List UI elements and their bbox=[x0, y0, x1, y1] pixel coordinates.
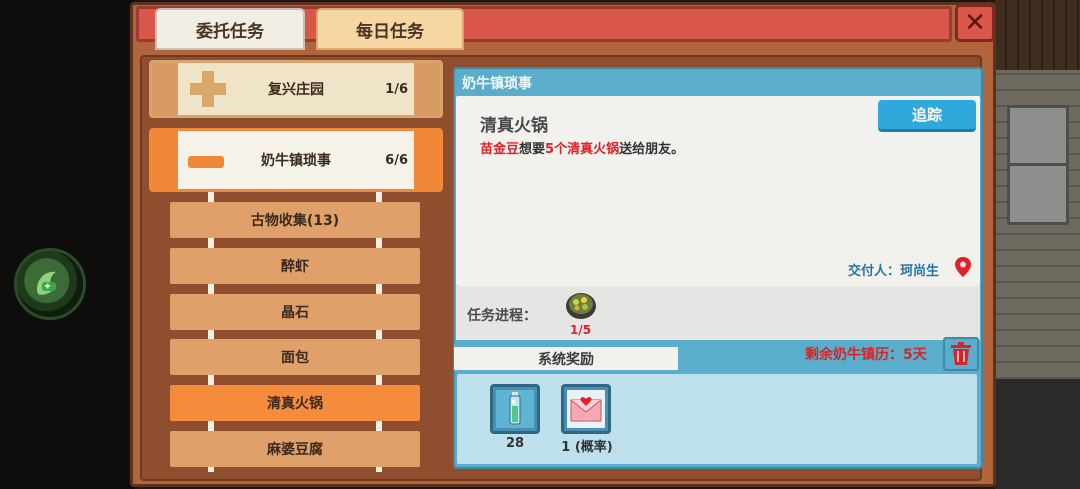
background-left bbox=[0, 0, 135, 489]
sub-quest-item[interactable]: 晶石 bbox=[170, 294, 420, 330]
progress-count: 1/5 bbox=[570, 323, 592, 337]
background-scenery bbox=[995, 0, 1080, 489]
close-icon: ✕ bbox=[964, 8, 986, 38]
detail-group-title: 奶牛镇琐事 bbox=[462, 76, 532, 92]
npc-name: 苗金豆 bbox=[480, 142, 520, 157]
quest-group-revival[interactable]: 复兴庄园 1/6 bbox=[149, 60, 443, 118]
roof-decoration bbox=[995, 0, 1080, 70]
reward-tab[interactable]: 系统奖励 bbox=[454, 344, 678, 370]
reward-quantity: 1 (概率) bbox=[561, 440, 613, 455]
love-letter-icon bbox=[570, 397, 602, 422]
quest-name: 清真火锅 bbox=[480, 116, 548, 136]
deliver-to-label: 交付人：珂尚生 bbox=[848, 264, 940, 279]
gamepad-button[interactable] bbox=[14, 248, 86, 320]
quest-group-label: 奶牛镇琐事 bbox=[261, 153, 331, 169]
hotpot-icon bbox=[566, 293, 596, 319]
close-button[interactable]: ✕ bbox=[955, 4, 995, 42]
sub-quest-item[interactable]: 麻婆豆腐 bbox=[170, 431, 420, 467]
sub-quest-item[interactable]: 古物收集(13) bbox=[170, 202, 420, 238]
abandon-quest-button[interactable] bbox=[943, 337, 979, 371]
sub-quest-item[interactable]: 面包 bbox=[170, 339, 420, 375]
potion-bottle-icon bbox=[509, 392, 521, 425]
map-pin-icon[interactable] bbox=[954, 256, 972, 278]
reward-slot[interactable] bbox=[561, 384, 611, 434]
quest-group-count: 6/6 bbox=[385, 152, 408, 168]
reward-quantity: 28 bbox=[505, 436, 525, 451]
reward-slot[interactable] bbox=[490, 384, 540, 434]
cabinet-decoration bbox=[1007, 105, 1069, 225]
sub-quest-item[interactable]: 醉虾 bbox=[170, 248, 420, 284]
sub-quest-item-selected[interactable]: 清真火锅 bbox=[170, 385, 420, 421]
quest-description: 苗金豆想要5个清真火锅送给朋友。 bbox=[480, 142, 685, 157]
remaining-days: 剩余奶牛镇历：5天 bbox=[805, 347, 927, 363]
quest-list[interactable]: 复兴庄园 1/6 奶牛镇琐事 6/6 古物收集(13) 醉虾 晶石 面包 清真火… bbox=[145, 60, 447, 475]
tab-commission[interactable]: 委托任务 bbox=[155, 8, 305, 50]
progress-label: 任务进程： bbox=[467, 308, 537, 324]
gamepad-icon bbox=[37, 271, 56, 295]
required-item: 5个清真火锅 bbox=[545, 142, 620, 157]
trash-icon bbox=[951, 342, 971, 365]
track-button[interactable]: 追踪 bbox=[878, 100, 976, 132]
ground-decoration bbox=[995, 379, 1080, 489]
quest-group-cowtown[interactable]: 奶牛镇琐事 6/6 bbox=[149, 128, 443, 192]
quest-group-label: 复兴庄园 bbox=[268, 82, 324, 98]
tab-daily[interactable]: 每日任务 bbox=[316, 8, 464, 50]
quest-group-count: 1/6 bbox=[385, 81, 408, 97]
